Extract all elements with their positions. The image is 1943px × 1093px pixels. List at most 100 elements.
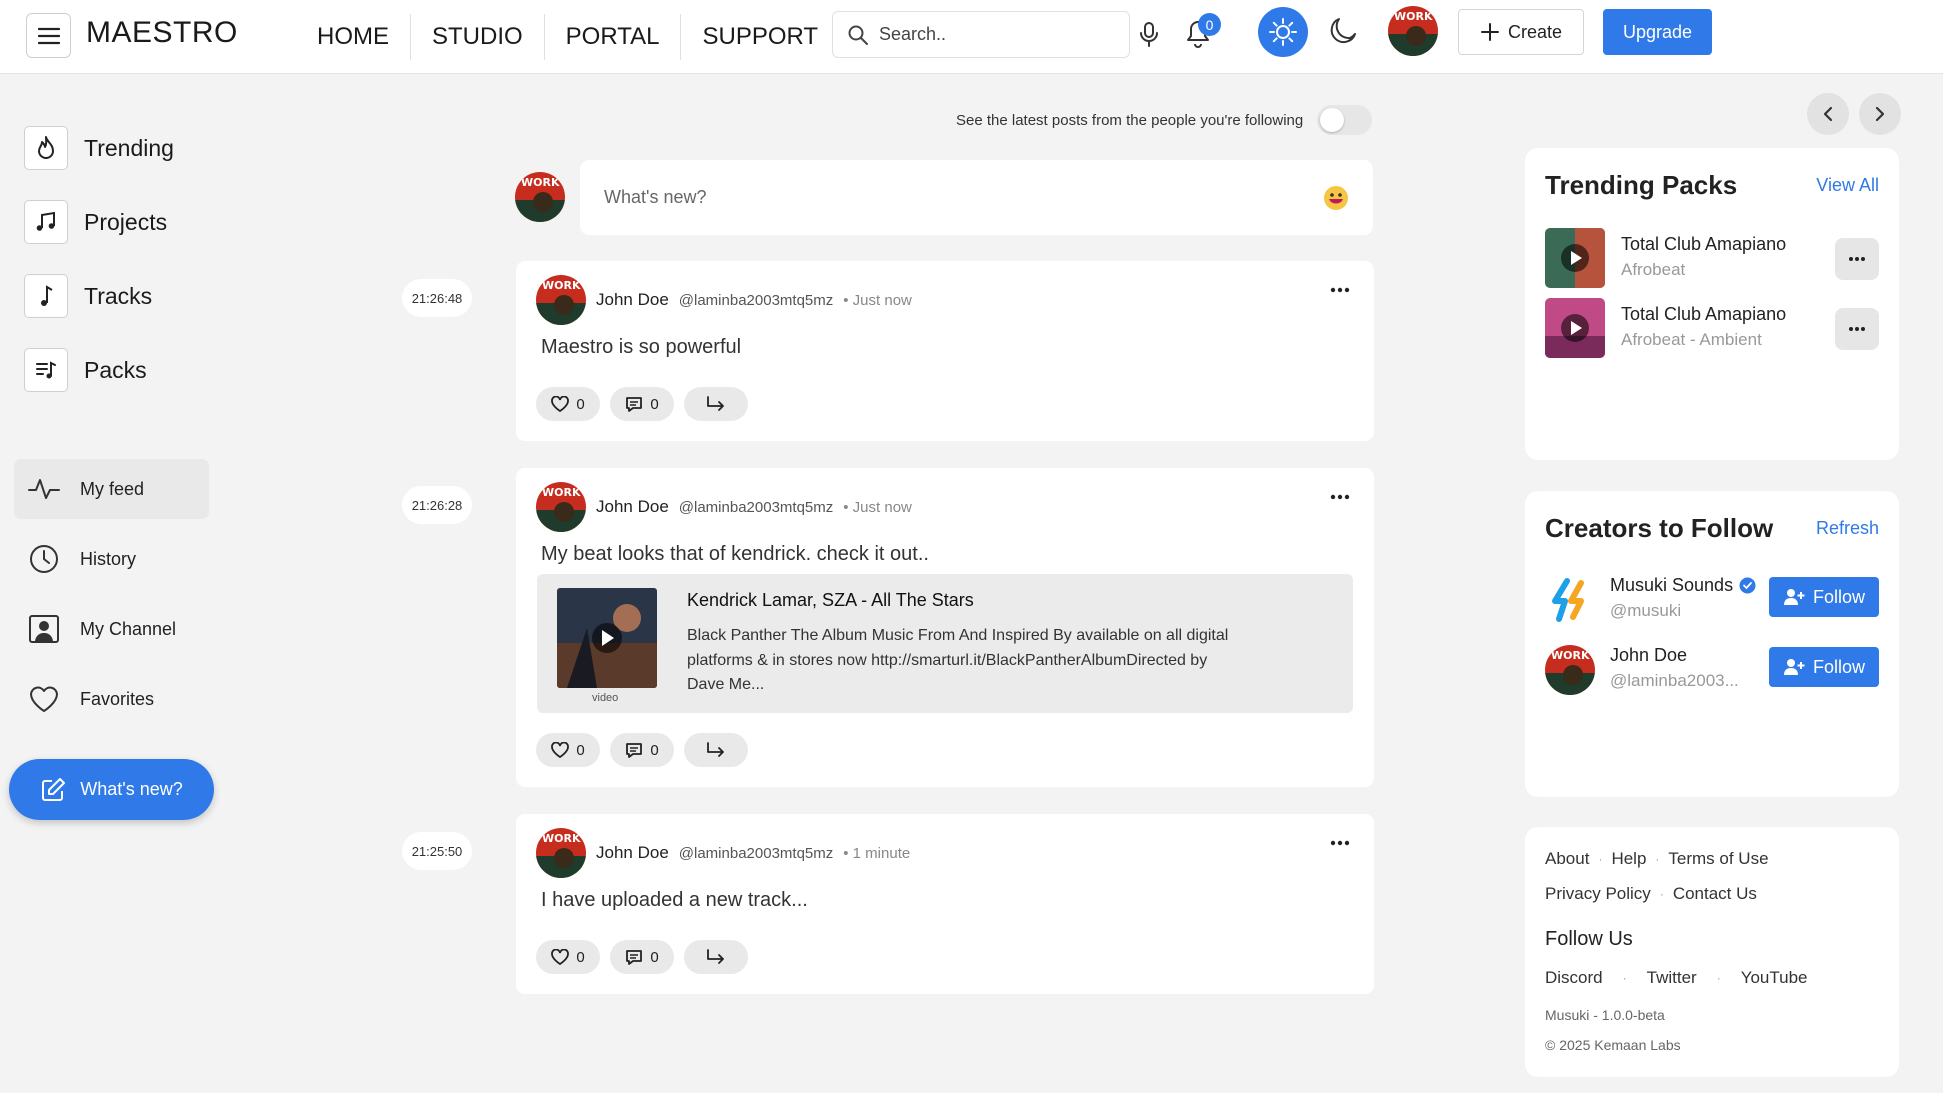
pack-more-button[interactable] [1835,308,1879,350]
create-button[interactable]: Create [1458,9,1584,55]
sidebar-item-my-feed[interactable]: My feed [14,459,209,519]
sidebar-item-label: Packs [84,356,147,383]
footer-link-help[interactable]: Help [1611,849,1646,869]
whats-new-fab-button[interactable]: What's new? [9,759,214,820]
pack-title[interactable]: Total Club Amapiano [1621,304,1786,325]
post-author-handle[interactable]: @laminba2003mtq5mz [679,845,833,862]
footer-link-contact[interactable]: Contact Us [1673,884,1757,904]
brand-logo[interactable]: MAESTRO [86,16,238,50]
feed-post: WORK John Doe @laminba2003mtq5mz • Just … [516,261,1374,441]
social-link-youtube[interactable]: YouTube [1741,968,1808,988]
post-author-name[interactable]: John Doe [596,497,669,517]
upgrade-button[interactable]: Upgrade [1603,9,1712,55]
sidebar-item-history[interactable]: History [14,529,209,589]
like-count: 0 [576,948,585,966]
post-author-name[interactable]: John Doe [596,843,669,863]
search-input[interactable] [879,24,1109,45]
post-author-avatar[interactable]: WORK [536,482,586,532]
search-icon [848,25,868,45]
social-link-twitter[interactable]: Twitter [1647,968,1697,988]
sidebar-item-projects[interactable]: Projects [24,200,167,244]
post-more-button[interactable] [1330,840,1350,846]
post-author-name[interactable]: John Doe [596,290,669,310]
comment-icon [626,949,643,965]
sidebar-nav-label: Favorites [80,688,155,709]
music-note-icon [41,285,53,306]
music-notes-icon [36,211,55,231]
fab-label: What's new? [80,779,183,799]
creator-avatar[interactable]: WORK [1545,645,1595,695]
carousel-next-button[interactable] [1859,93,1901,135]
post-author-handle[interactable]: @laminba2003mtq5mz [679,292,833,309]
sidebar-item-trending[interactable]: Trending [24,126,174,170]
nav-support[interactable]: SUPPORT [681,14,839,60]
main-nav: HOME STUDIO PORTAL SUPPORT [296,0,839,74]
social-link-discord[interactable]: Discord [1545,968,1603,988]
creator-avatar[interactable] [1545,575,1595,625]
post-author-avatar[interactable]: WORK [536,275,586,325]
sun-icon [1269,18,1297,46]
pack-more-button[interactable] [1835,238,1879,280]
composer-placeholder: What's new? [604,187,707,207]
sidebar-item-my-channel[interactable]: My Channel [14,599,209,659]
composer-avatar: WORK [515,172,565,222]
heart-icon [551,949,570,965]
creator-name[interactable]: Musuki Sounds [1610,575,1733,596]
pack-title[interactable]: Total Club Amapiano [1621,234,1786,255]
music-notes-icon-box [24,200,68,244]
post-more-button[interactable] [1330,287,1350,293]
post-author-avatar[interactable]: WORK [536,828,586,878]
video-description: Black Panther The Album Music From And I… [687,627,1229,693]
view-all-link[interactable]: View All [1816,175,1879,196]
svg-text:WORK: WORK [542,279,581,292]
carousel-prev-button[interactable] [1807,93,1849,135]
like-button[interactable]: 0 [536,940,600,974]
social-links-row: Discord · Twitter · YouTube [1545,968,1808,988]
follow-button[interactable]: Follow [1769,577,1879,617]
comment-button[interactable]: 0 [610,733,674,767]
following-toggle[interactable] [1317,105,1373,135]
video-embed-card[interactable]: video Kendrick Lamar, SZA - All The Star… [537,574,1353,713]
video-thumbnail[interactable] [557,588,657,688]
nav-studio[interactable]: STUDIO [411,14,545,60]
emoji-icon[interactable] [1323,185,1349,211]
hamburger-menu-button[interactable] [26,13,71,58]
video-title[interactable]: Kendrick Lamar, SZA - All The Stars [687,590,974,611]
svg-text:WORK: WORK [1551,649,1590,662]
more-dots-icon [1849,327,1865,331]
follow-button[interactable]: Follow [1769,647,1879,687]
footer-link-privacy[interactable]: Privacy Policy [1545,884,1651,904]
pack-item[interactable]: Total Club Amapiano Afrobeat - Ambient [1545,298,1879,358]
refresh-link[interactable]: Refresh [1816,518,1879,539]
pack-item[interactable]: Total Club Amapiano Afrobeat [1545,228,1879,288]
sidebar-item-label: Trending [84,134,174,161]
moon-icon [1330,18,1356,44]
comment-button[interactable]: 0 [610,940,674,974]
footer-link-about[interactable]: About [1545,849,1589,869]
pack-thumbnail[interactable] [1545,298,1605,358]
post-more-button[interactable] [1330,494,1350,500]
add-user-icon [1783,589,1805,605]
channel-icon [29,615,59,643]
like-button[interactable]: 0 [536,387,600,421]
like-button[interactable]: 0 [536,733,600,767]
nav-home[interactable]: HOME [296,14,411,60]
dark-mode-button[interactable] [1326,14,1358,48]
post-composer[interactable]: What's new? [580,160,1373,235]
pack-thumbnail[interactable] [1545,228,1605,288]
sidebar-item-packs[interactable]: Packs [24,348,147,392]
nav-portal[interactable]: PORTAL [545,14,682,60]
share-button[interactable] [684,940,748,974]
post-author-handle[interactable]: @laminba2003mtq5mz [679,499,833,516]
user-avatar[interactable]: WORK [1388,6,1438,56]
sidebar-item-favorites[interactable]: Favorites [14,669,209,729]
light-mode-button[interactable] [1258,7,1308,57]
creator-name[interactable]: John Doe [1610,645,1687,666]
sidebar-item-tracks[interactable]: Tracks [24,274,152,318]
microphone-button[interactable] [1138,20,1160,50]
comment-button[interactable]: 0 [610,387,674,421]
footer-link-terms[interactable]: Terms of Use [1668,849,1768,869]
follow-label: Follow [1812,586,1865,607]
share-button[interactable] [684,387,748,421]
share-button[interactable] [684,733,748,767]
